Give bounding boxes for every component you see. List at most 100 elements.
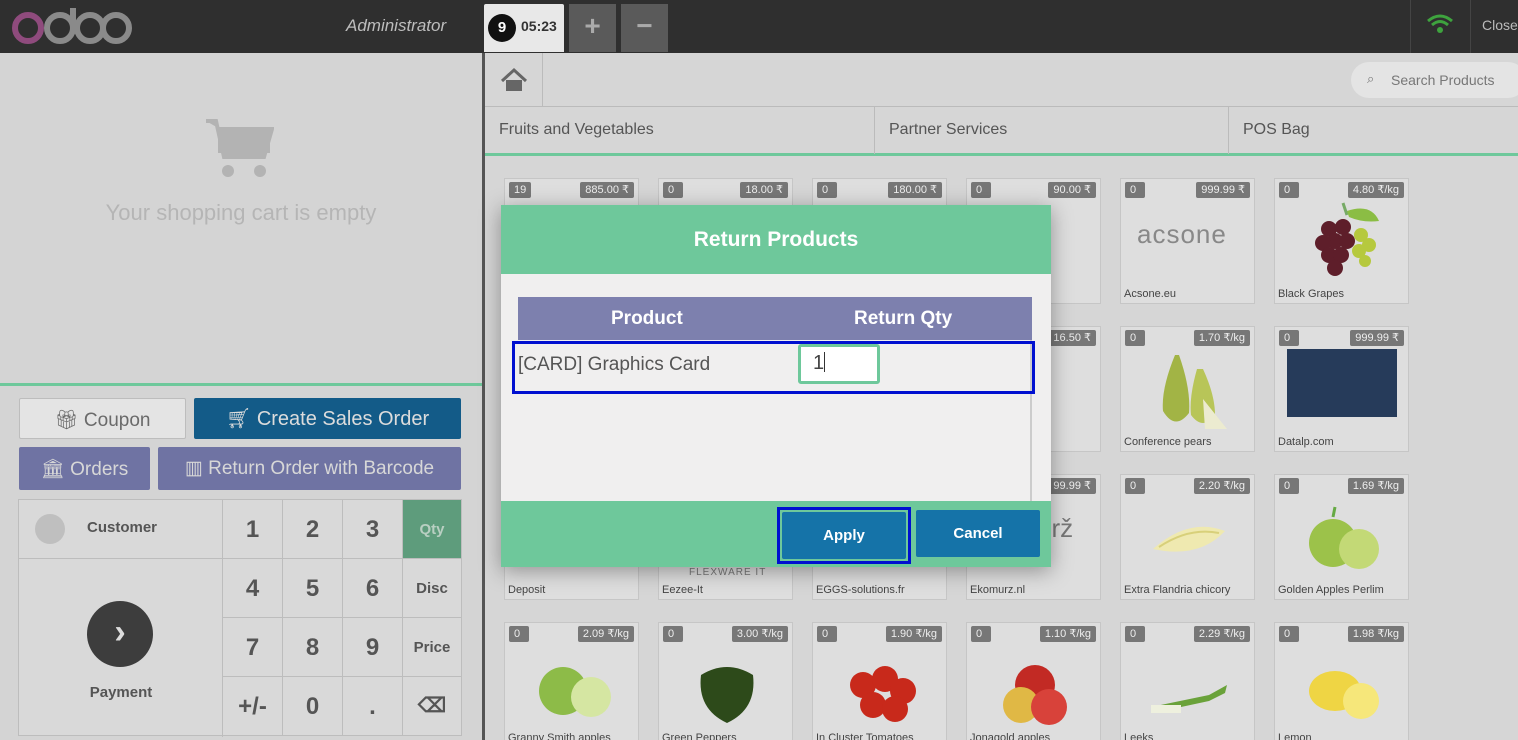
category-fruits[interactable]: Fruits and Vegetables	[485, 107, 875, 154]
add-order-button[interactable]: +	[569, 4, 616, 52]
product-card[interactable]: 0 2.09 ₹/kg Granny Smith apples	[504, 622, 639, 740]
stock-qty: 19	[509, 182, 532, 198]
product-name: Ekomurz.nl	[970, 584, 1026, 596]
odoo-logo	[12, 8, 132, 44]
search-icon: ⌕	[1367, 71, 1375, 86]
category-bar: Fruits and Vegetables Partner Services P…	[485, 106, 1518, 156]
order-tab[interactable]: 9 05:23	[484, 4, 564, 52]
key-1[interactable]: 1	[223, 500, 283, 559]
category-pos-bag[interactable]: POS Bag	[1229, 107, 1518, 154]
key-3[interactable]: 3	[343, 500, 403, 559]
return-order-barcode-label: Return Order with Barcode	[208, 458, 435, 479]
product-card[interactable]: 0 4.80 ₹/kg Black Grapes	[1274, 178, 1409, 304]
key-0[interactable]: 0	[283, 677, 343, 736]
category-partner-services[interactable]: Partner Services	[875, 107, 1229, 154]
leek-image	[1151, 685, 1227, 713]
mode-disc-button[interactable]: Disc	[403, 559, 462, 618]
search-input[interactable]: ⌕ Search Products	[1351, 62, 1518, 98]
chicory-image	[1153, 526, 1225, 552]
col-return-qty-header: Return Qty	[854, 308, 953, 329]
create-sales-order-button[interactable]: 🛒︎ Create Sales Order	[194, 398, 461, 439]
customer-button[interactable]: Customer	[19, 500, 223, 559]
product-card[interactable]: 0 999.99 ₹ acsone Acsone.eu	[1120, 178, 1255, 304]
key-8[interactable]: 8	[283, 618, 343, 677]
close-button[interactable]: Close	[1470, 0, 1518, 53]
stock-qty: 0	[1125, 182, 1145, 198]
key-5[interactable]: 5	[283, 559, 343, 618]
product-card[interactable]: 0 1.98 ₹/kg Lemon	[1274, 622, 1409, 740]
coupon-button[interactable]: 🎁︎ Coupon	[19, 398, 186, 439]
stock-qty: 0	[817, 182, 837, 198]
price-tag: 16.50 ₹	[1048, 330, 1096, 346]
apple-image	[1309, 506, 1379, 569]
price-tag: 1.98 ₹/kg	[1347, 626, 1404, 642]
price-tag: 1.10 ₹/kg	[1039, 626, 1096, 642]
return-qty-value: 1	[813, 352, 825, 374]
mode-qty-button[interactable]: Qty	[403, 500, 462, 559]
price-tag: 885.00 ₹	[580, 182, 634, 198]
stock-qty: 0	[971, 182, 991, 198]
empty-cart-message: Your shopping cart is empty	[105, 200, 377, 225]
dialog-footer: Apply Cancel	[501, 501, 1051, 567]
price-tag: 4.80 ₹/kg	[1347, 182, 1404, 198]
pos-screen: Administrator 9 05:23 + − Close Your sho…	[0, 0, 1518, 740]
price-tag: 180.00 ₹	[888, 182, 942, 198]
order-number-badge: 9	[488, 14, 516, 42]
cancel-button[interactable]: Cancel	[916, 510, 1040, 557]
stock-qty: 0	[663, 626, 683, 642]
product-card[interactable]: 0 3.00 ₹/kg Green Peppers	[658, 622, 793, 740]
price-tag: 18.00 ₹	[740, 182, 788, 198]
product-name: Datalp.com	[1278, 436, 1334, 448]
stock-qty: 0	[663, 182, 683, 198]
cart-area: Your shopping cart is empty	[0, 53, 482, 386]
pears-image	[1162, 355, 1227, 429]
return-qty-input[interactable]: 1	[798, 344, 880, 384]
product-card[interactable]: 0 1.90 ₹/kg In Cluster Tomatoes	[812, 622, 947, 740]
username[interactable]: Administrator	[346, 16, 446, 36]
stock-qty: 0	[1279, 182, 1299, 198]
orders-button[interactable]: 🏛︎ Orders	[19, 447, 150, 490]
table-header: Product Return Qty	[518, 297, 1032, 340]
product-card[interactable]: 0 2.29 ₹/kg Leeks	[1120, 622, 1255, 740]
product-card[interactable]: 0 1.10 ₹/kg Jonagold apples	[966, 622, 1101, 740]
gift-icon: 🎁︎	[54, 410, 84, 431]
key-9[interactable]: 9	[343, 618, 403, 677]
price-tag: 2.09 ₹/kg	[577, 626, 634, 642]
cart-small-icon: 🛒︎	[225, 408, 257, 430]
backspace-icon[interactable]: ⌫	[403, 677, 462, 736]
product-card[interactable]: 0 999.99 ₹ Datalp.com	[1274, 326, 1409, 452]
stock-qty: 0	[1279, 330, 1299, 346]
grapes-image	[1315, 202, 1379, 276]
stock-qty: 0	[817, 626, 837, 642]
key-7[interactable]: 7	[223, 618, 283, 677]
price-tag: 90.00 ₹	[1048, 182, 1096, 198]
key-plus-minus[interactable]: +/-	[223, 677, 283, 736]
mode-price-button[interactable]: Price	[403, 618, 462, 677]
lemon-image	[1309, 671, 1379, 719]
stock-qty: 0	[509, 626, 529, 642]
product-card[interactable]: 0 1.70 ₹/kg Conference pears	[1120, 326, 1255, 452]
product-name: Granny Smith apples	[508, 732, 611, 740]
search-placeholder: Search Products	[1391, 72, 1495, 88]
stock-qty: 0	[1125, 330, 1145, 346]
product-card[interactable]: 0 2.20 ₹/kg Extra Flandria chicory	[1120, 474, 1255, 600]
price-tag: 1.90 ₹/kg	[885, 626, 942, 642]
key-decimal[interactable]: .	[343, 677, 403, 736]
home-icon[interactable]	[485, 53, 543, 106]
payment-button[interactable]: › Payment	[19, 559, 223, 737]
key-6[interactable]: 6	[343, 559, 403, 618]
order-time: 05:23	[521, 18, 557, 34]
key-2[interactable]: 2	[283, 500, 343, 559]
return-order-barcode-button[interactable]: ▥ Return Order with Barcode	[158, 447, 461, 490]
table-row: [CARD] Graphics Card 1	[512, 341, 1035, 394]
apply-focus-outline: Apply	[777, 507, 911, 564]
acsone-logo: acsone	[1137, 219, 1227, 249]
key-4[interactable]: 4	[223, 559, 283, 618]
user-icon	[35, 514, 65, 544]
apply-button[interactable]: Apply	[782, 512, 906, 559]
row-product-name: [CARD] Graphics Card	[518, 354, 711, 375]
wifi-icon	[1410, 0, 1468, 53]
product-card[interactable]: 0 1.69 ₹/kg Golden Apples Perlim	[1274, 474, 1409, 600]
remove-order-button[interactable]: −	[621, 4, 668, 52]
datalp-image	[1287, 349, 1397, 417]
